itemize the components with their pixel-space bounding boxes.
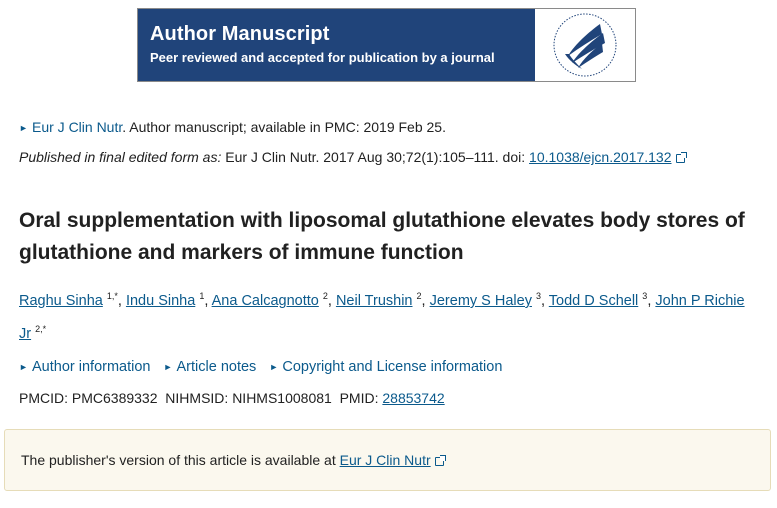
author-link[interactable]: Raghu Sinha (19, 293, 103, 309)
author-affiliation: 2 (322, 291, 328, 301)
publisher-link[interactable]: Eur J Clin Nutr (340, 452, 431, 468)
pmid-label: PMID: (339, 390, 379, 406)
author-link[interactable]: Indu Sinha (126, 293, 195, 309)
author-affiliation: 1,* (106, 291, 118, 301)
author-affiliation: 3 (642, 291, 648, 301)
author-information-toggle[interactable]: ► Author information (19, 359, 150, 375)
nihmsid-value: NIHMS1008081 (232, 390, 332, 406)
banner-subtitle: Peer reviewed and accepted for publicati… (150, 50, 495, 65)
pmid-link[interactable]: 28853742 (382, 390, 444, 406)
author-link[interactable]: Jeremy S Haley (430, 293, 532, 309)
author-affiliation: 3 (535, 291, 541, 301)
author-manuscript-banner: Author Manuscript Peer reviewed and acce… (137, 8, 636, 82)
hhs-eagle-seal-icon (535, 9, 635, 81)
publisher-notice-text: The publisher's version of this article … (21, 452, 340, 468)
banner-text: Author Manuscript Peer reviewed and acce… (138, 9, 535, 81)
article-ids: PMCID: PMC6389332 NIHMSID: NIHMS1008081 … (19, 390, 445, 406)
author-information-label: Author information (32, 359, 151, 375)
article-notes-bar: ► Author information ► Article notes ► Copy… (19, 359, 511, 375)
article-notes-toggle[interactable]: ► Article notes (164, 359, 257, 375)
copyright-toggle[interactable]: ► Copyright and License information (269, 359, 502, 375)
journal-line-text: . Author manuscript; available in PMC: 2… (122, 119, 446, 135)
author-link[interactable]: Ana Calcagnotto (212, 293, 319, 309)
author-affiliation: 2 (416, 291, 422, 301)
journal-link[interactable]: Eur J Clin Nutr (32, 119, 122, 135)
expand-triangle-icon[interactable]: ► (19, 123, 32, 133)
journal-line: ► Eur J Clin Nutr. Author manuscript; ava… (19, 119, 446, 135)
article-notes-label: Article notes (176, 359, 257, 375)
expand-triangle-icon: ► (269, 362, 279, 372)
published-prefix: Published in final edited form as: (19, 149, 222, 165)
author-link[interactable]: Neil Trushin (336, 293, 413, 309)
external-link-icon (434, 455, 446, 466)
nihmsid-label: NIHMSID: (165, 390, 229, 406)
external-link-icon (675, 152, 687, 163)
published-line: Published in final edited form as: Eur J… (19, 149, 687, 165)
author-affiliation: 2,* (35, 323, 47, 334)
author-list: Raghu Sinha 1,*, Indu Sinha 1, Ana Calca… (19, 291, 745, 342)
publisher-version-notice: The publisher's version of this article … (4, 429, 771, 491)
copyright-label: Copyright and License information (282, 359, 503, 375)
pmcid-value: PMC6389332 (71, 390, 158, 406)
doi-link[interactable]: 10.1038/ejcn.2017.132 (529, 149, 671, 165)
expand-triangle-icon: ► (19, 362, 28, 372)
banner-title: Author Manuscript (150, 23, 330, 45)
article-title: Oral supplementation with liposomal glut… (19, 209, 745, 264)
pmcid-label: PMCID: (19, 390, 68, 406)
author-link[interactable]: Todd D Schell (549, 293, 638, 309)
citation-text: Eur J Clin Nutr. 2017 Aug 30;72(1):105–1… (221, 149, 530, 165)
expand-triangle-icon: ► (163, 362, 173, 372)
author-affiliation: 1 (199, 291, 205, 301)
